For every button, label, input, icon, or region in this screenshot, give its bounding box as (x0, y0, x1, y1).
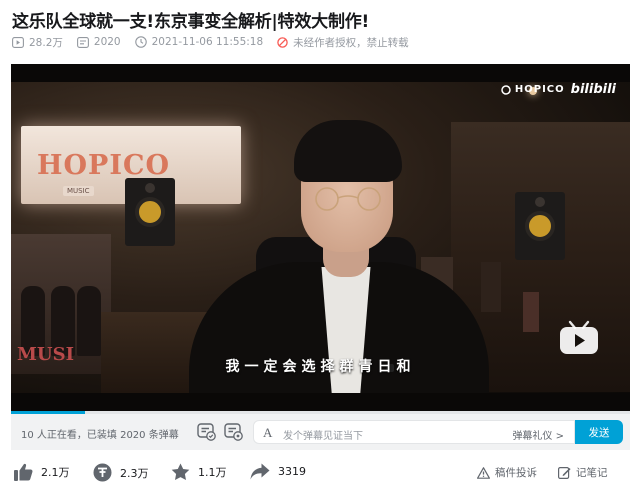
coin-count: 2.3万 (120, 466, 149, 480)
notes-label: 记笔记 (576, 467, 608, 479)
presenter-hair (294, 120, 402, 182)
views-count: 28.2万 (29, 36, 63, 49)
danmaku-toggle-icon[interactable] (197, 422, 216, 441)
thumbs-up-icon (14, 463, 33, 481)
views-stat: 28.2万 (12, 35, 63, 50)
danmaku-bar: 10 人正在看，已装填 2020 条弹幕 A 发个弹幕见证当下 弹幕礼仪 > 发… (11, 414, 630, 450)
video-actions: 2.1万 2.3万 1.1万 3319 稿件投诉 记笔记 (14, 463, 626, 483)
coin-button[interactable]: 2.3万 (93, 463, 149, 482)
copyright-stat: 未经作者授权，禁止转载 (277, 35, 409, 50)
report-link[interactable]: 稿件投诉 (477, 465, 537, 480)
danmaku-count: 2020 (93, 36, 121, 48)
clock-icon (134, 36, 147, 48)
video-frame: HOPICO MUSIC MUSI (11, 82, 630, 393)
copyright-notice: 未经作者授权，禁止转载 (293, 36, 409, 49)
video-player[interactable]: HOPICO MUSIC MUSI 我一定会选择群青日和 HOPICO bili… (11, 64, 630, 411)
send-danmaku-button[interactable]: 发送 (575, 420, 623, 444)
watching-count-text: 10 人正在看，已装填 2020 条弹幕 (21, 430, 179, 441)
danmaku-stat: 2020 (76, 36, 121, 48)
like-count: 2.1万 (41, 466, 70, 479)
share-button[interactable]: 3319 (250, 463, 306, 480)
danmaku-count-icon (76, 36, 89, 48)
favorite-count: 1.1万 (198, 466, 227, 479)
note-pencil-icon (558, 467, 571, 479)
channel-brand-text: HOPICO (514, 84, 565, 95)
no-repost-icon (277, 36, 288, 48)
report-label: 稿件投诉 (495, 467, 537, 479)
notes-link[interactable]: 记笔记 (558, 465, 608, 480)
neon-sign-subtext: MUSIC (63, 186, 94, 196)
video-subtitle: 我一定会选择群青日和 (225, 359, 416, 375)
text-style-icon[interactable]: A (263, 425, 272, 441)
play-count-icon (12, 36, 24, 48)
video-title: 这乐队全球就一支!东京事变全解析|特效大制作! (12, 12, 370, 32)
shelf-figure (481, 262, 501, 312)
star-icon (171, 463, 190, 480)
share-count: 3319 (278, 465, 306, 478)
share-arrow-icon (250, 463, 270, 480)
danmaku-settings-icon[interactable] (224, 422, 243, 441)
studio-monitor-right (515, 192, 565, 260)
danmaku-etiquette-link[interactable]: 弹幕礼仪 > (512, 427, 564, 442)
bilibili-tv-icon (560, 320, 598, 354)
coin-icon (93, 463, 112, 482)
favorite-button[interactable]: 1.1万 (171, 463, 227, 481)
publish-time-stat: 2021-11-06 11:55:18 (134, 36, 264, 48)
neon-sign-text: HOPICO (37, 150, 170, 181)
video-meta: 28.2万 2020 2021-11-06 11:55:18 未经作者授权，禁止… (12, 35, 423, 49)
shelf-figure (523, 292, 539, 332)
danmaku-input[interactable]: A 发个弹幕见证当下 弹幕礼仪 > (253, 420, 575, 444)
channel-watermark: HOPICO bilibili (501, 82, 616, 97)
like-button[interactable]: 2.1万 (14, 463, 70, 481)
presenter-glasses (315, 187, 381, 211)
publish-time: 2021-11-06 11:55:18 (151, 36, 264, 48)
hopico-logo-icon (501, 84, 511, 95)
danmaku-input-placeholder: 发个弹幕见证当下 (283, 431, 363, 442)
studio-monitor-left (125, 178, 175, 246)
warning-icon (477, 466, 490, 479)
platform-logo-text: bilibili (570, 82, 616, 97)
